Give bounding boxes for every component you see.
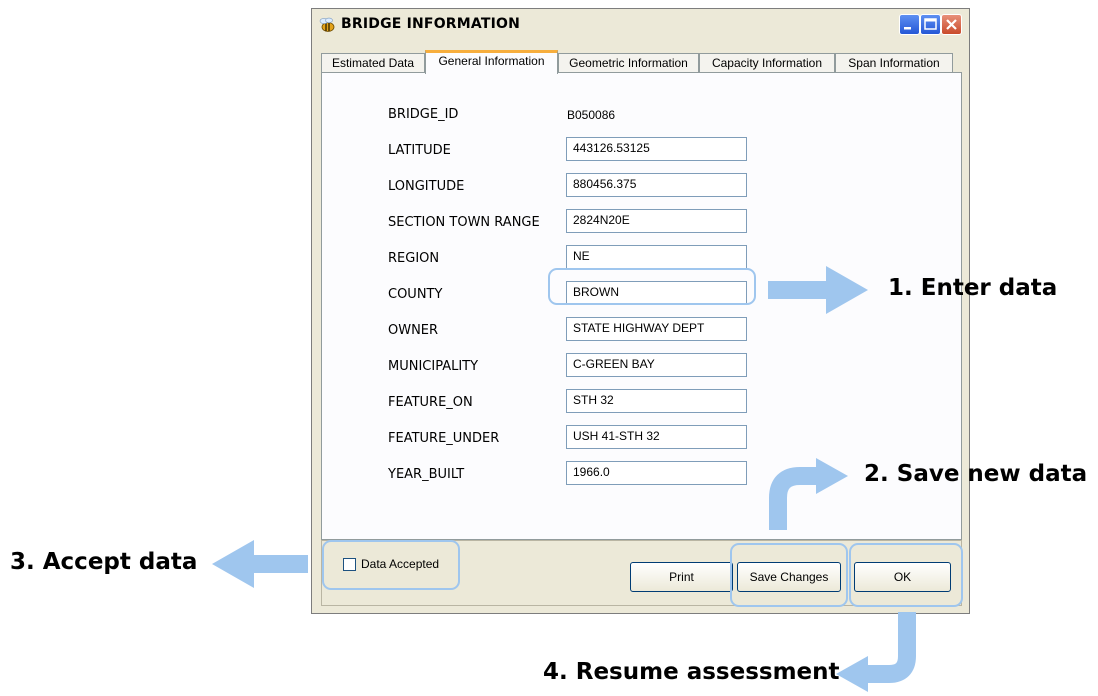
step-2-callout: 2. Save new data <box>864 461 1088 487</box>
annotation-arrows <box>212 266 916 692</box>
save-new-data-arrow <box>769 458 848 530</box>
step-4-callout: 4. Resume assessment <box>543 659 840 685</box>
step-3-callout: 3. Accept data <box>10 549 198 575</box>
accept-data-arrow <box>212 540 308 588</box>
enter-data-arrow <box>768 266 868 314</box>
resume-assessment-arrow <box>836 612 916 692</box>
step-1-callout: 1. Enter data <box>888 275 1058 301</box>
tab-general-information[interactable]: General Information <box>425 50 558 74</box>
